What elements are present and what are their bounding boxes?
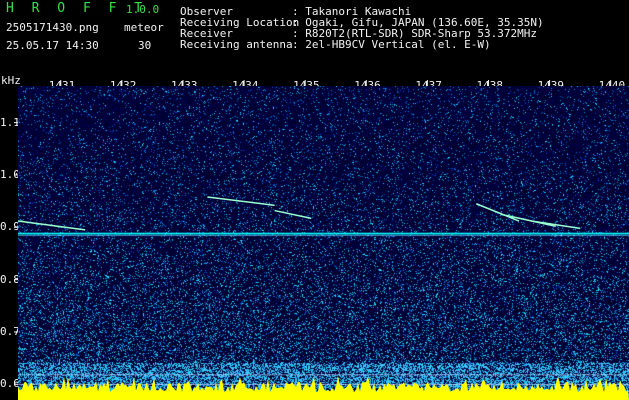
meteor-trace (17, 220, 86, 231)
meteor-trace (500, 213, 556, 227)
meteor-trace (274, 209, 312, 220)
meteor-trace (207, 196, 275, 207)
meteor-trace (531, 220, 581, 230)
signal-level-bar (18, 376, 629, 400)
spectrogram-overlay (14, 80, 629, 400)
meteor-trace (475, 203, 520, 222)
